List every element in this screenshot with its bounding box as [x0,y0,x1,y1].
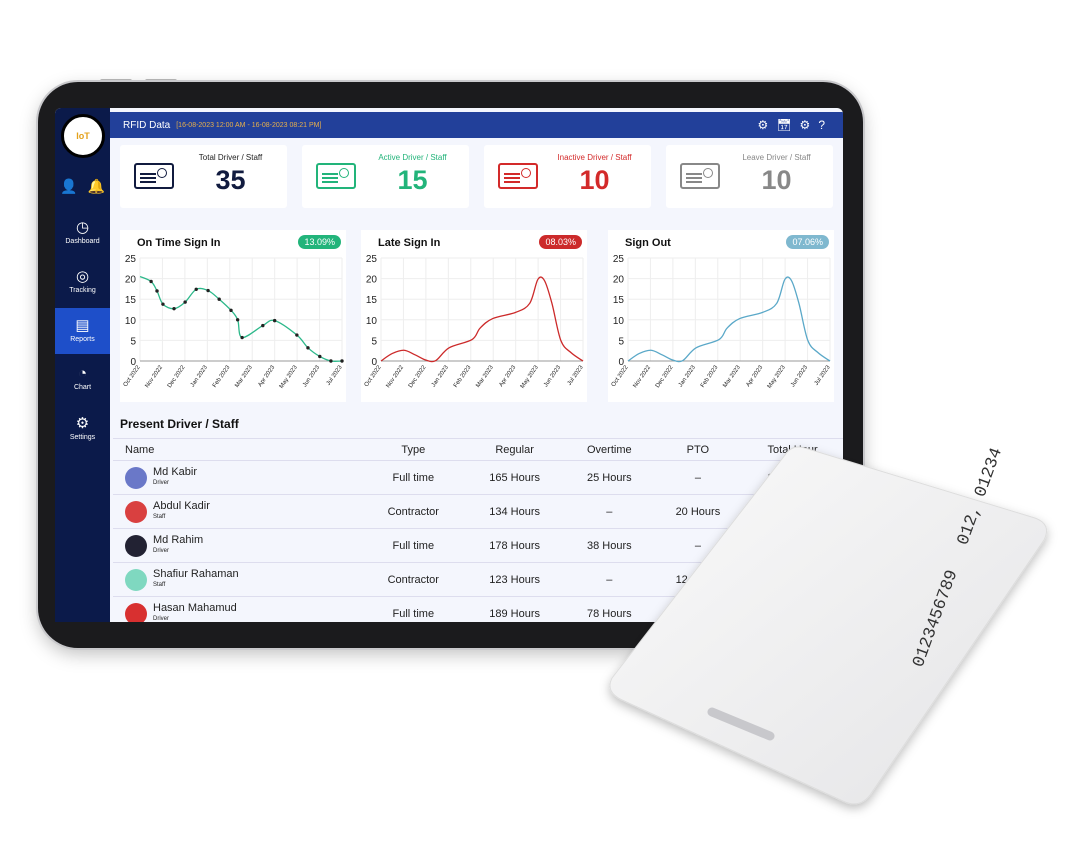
rfid-card: 0123456789 012, 01234 [609,446,1047,805]
